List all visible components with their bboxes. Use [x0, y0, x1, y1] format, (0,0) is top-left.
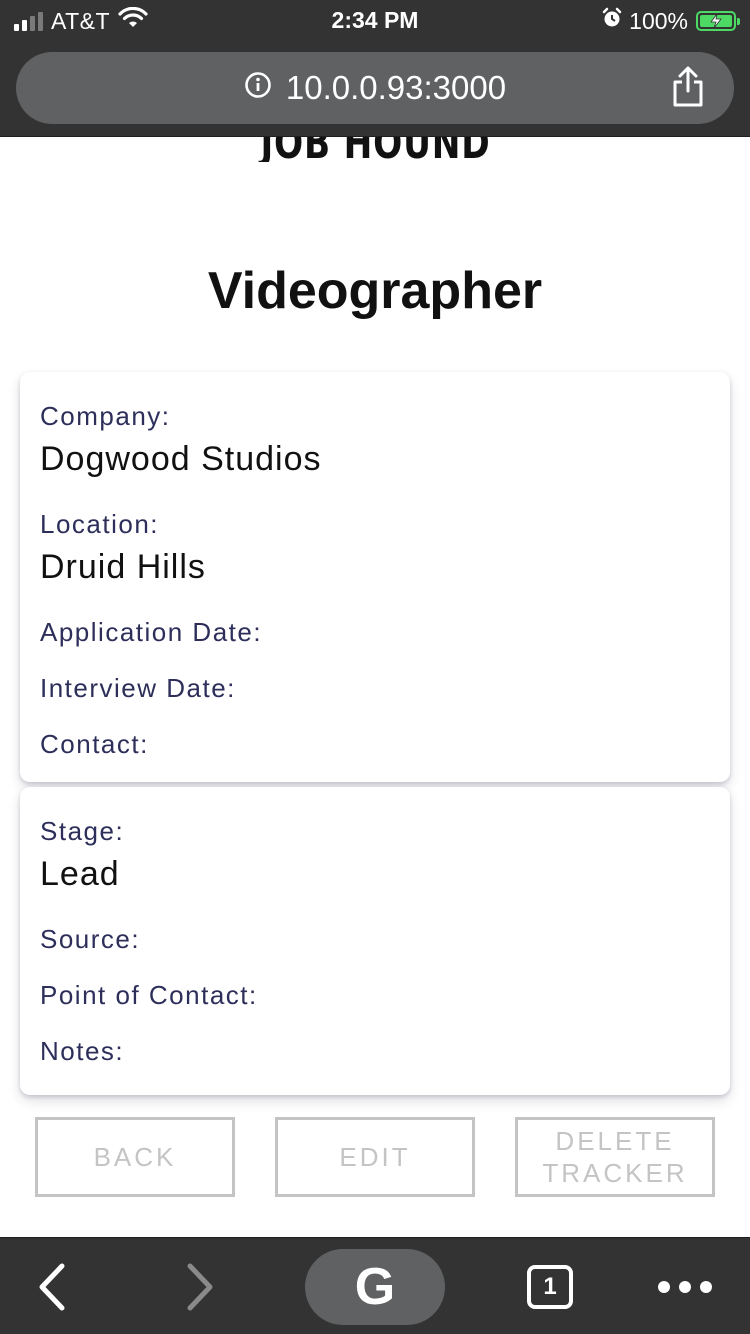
address-bar[interactable]: 10.0.0.93:3000 [16, 52, 734, 124]
source-label: Source: [40, 924, 141, 954]
more-menu-icon[interactable] [650, 1238, 720, 1334]
battery-icon [696, 11, 740, 31]
location-value: Druid Hills [40, 548, 206, 586]
status-right: 100% [601, 7, 740, 35]
status-bar: AT&T 2:34 PM 100% [0, 0, 750, 40]
google-search-button[interactable]: G [305, 1249, 445, 1325]
application-date-label: Application Date: [40, 617, 263, 647]
notes-label: Notes: [40, 1036, 125, 1066]
back-button[interactable]: BACK [35, 1117, 235, 1197]
contact-label: Contact: [40, 729, 149, 759]
url-text[interactable]: 10.0.0.93:3000 [286, 69, 506, 107]
stage-value: Lead [40, 855, 120, 893]
forward-arrow-icon[interactable] [170, 1238, 230, 1334]
edit-button[interactable]: EDIT [275, 1117, 475, 1197]
logo-text: JOB HOUND [260, 137, 490, 162]
browser-toolbar: G 1 [0, 1237, 750, 1334]
battery-percent: 100% [629, 7, 688, 34]
interview-date-label: Interview Date: [40, 673, 236, 703]
delete-tracker-button[interactable]: DELETE TRACKER [515, 1117, 715, 1197]
job-details-card: Company: Dogwood Studios Location: Druid… [20, 372, 730, 782]
share-icon[interactable] [670, 66, 706, 108]
info-icon[interactable] [244, 69, 272, 107]
alarm-icon [601, 7, 623, 35]
stage-label: Stage: [40, 816, 125, 846]
tabs-button[interactable]: 1 [520, 1238, 580, 1334]
action-buttons: BACK EDIT DELETE TRACKER [0, 1117, 750, 1199]
company-value: Dogwood Studios [40, 440, 322, 478]
browser-address-area: 10.0.0.93:3000 [0, 40, 750, 137]
tab-count: 1 [527, 1264, 573, 1309]
location-label: Location: [40, 509, 160, 539]
company-label: Company: [40, 401, 171, 431]
logo: JOB HOUND [0, 137, 750, 162]
page-content: JOB HOUND Videographer Company: Dogwood … [0, 137, 750, 1237]
tracking-card: Stage: Lead Source: Point of Contact: No… [20, 787, 730, 1095]
google-icon: G [354, 1258, 396, 1316]
point-of-contact-label: Point of Contact: [40, 980, 258, 1010]
page-title: Videographer [207, 262, 543, 320]
back-arrow-icon[interactable] [22, 1238, 82, 1334]
